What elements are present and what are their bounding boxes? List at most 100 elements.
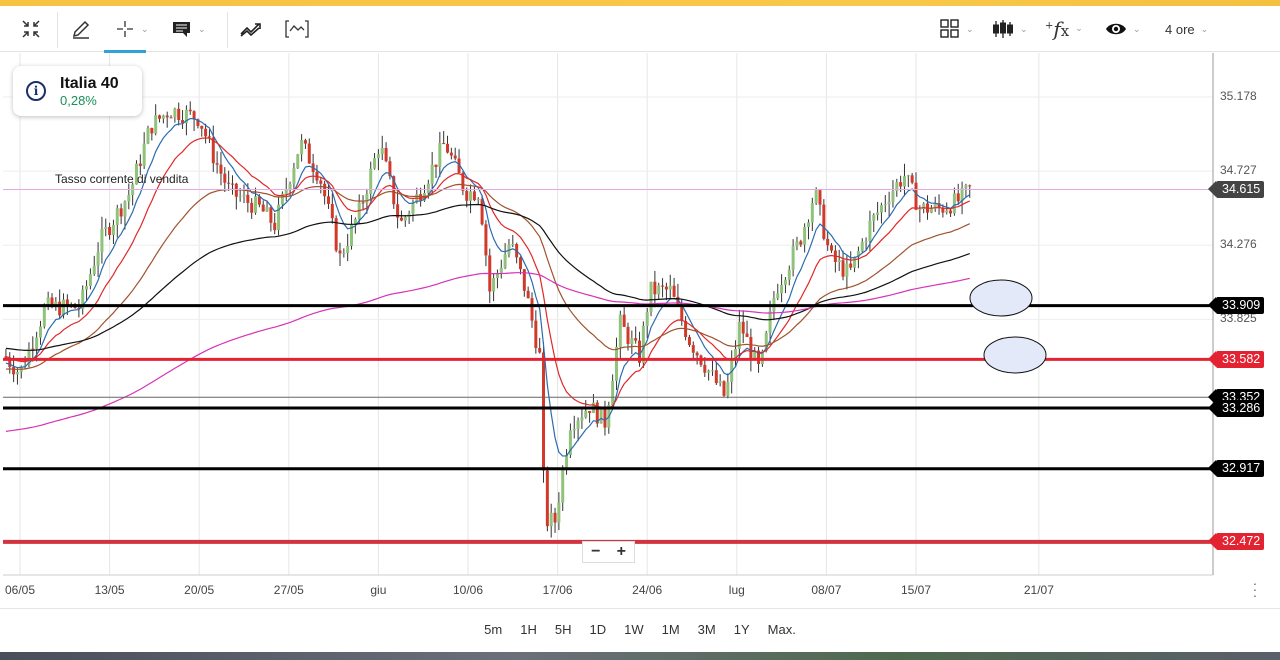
layout-button[interactable]: ⌄ — [940, 14, 974, 44]
price-tick-label: 34.276 — [1220, 237, 1257, 252]
price-level-label[interactable]: 33.286 — [1207, 399, 1265, 417]
comment-button[interactable]: ⌄ — [172, 14, 206, 44]
timeframe-button-1h[interactable]: 1H — [511, 620, 546, 639]
candle-up — [430, 164, 434, 184]
candle-up — [380, 147, 384, 155]
candle-up — [38, 326, 42, 338]
candle-down — [664, 286, 668, 290]
instrument-info-card[interactable]: i Italia 40 0,28% — [13, 66, 142, 116]
candle-down — [442, 143, 446, 145]
candle-down — [703, 364, 707, 373]
candle-down — [634, 338, 638, 341]
price-chart[interactable] — [0, 53, 1280, 608]
candle-down — [480, 199, 484, 225]
candle-down — [227, 182, 231, 184]
timeframe-button-1d[interactable]: 1D — [580, 620, 615, 639]
candle-up — [438, 143, 442, 167]
indicators-button[interactable]: +fx ⌄ — [1045, 14, 1083, 44]
timeframe-button-1w[interactable]: 1W — [615, 620, 653, 639]
timeframe-button-5m[interactable]: 5m — [475, 620, 511, 639]
candle-up — [657, 285, 661, 295]
candle-up — [403, 217, 407, 221]
timeframe-button-3m[interactable]: 3M — [689, 620, 725, 639]
eye-icon — [1106, 23, 1126, 35]
timeframe-button-max[interactable]: Max. — [759, 620, 805, 639]
indicator-chart-button[interactable] — [285, 14, 309, 44]
candle-up — [557, 502, 561, 523]
candle-up — [242, 194, 246, 197]
candle-down — [200, 125, 204, 129]
candle-up — [173, 108, 177, 118]
candle-down — [749, 336, 753, 359]
pencil-icon — [72, 20, 90, 39]
crosshair-icon — [117, 21, 133, 37]
candle-down — [822, 204, 826, 239]
time-axis-label: 06/05 — [4, 583, 36, 597]
candle-up — [645, 312, 649, 326]
price-level-label[interactable]: 33.582 — [1207, 350, 1265, 368]
candle-down — [661, 285, 665, 287]
collapse-icon — [22, 20, 40, 38]
visibility-button[interactable]: ⌄ — [1105, 14, 1141, 44]
candle-down — [108, 227, 112, 235]
zoom-out-button[interactable]: − — [583, 542, 609, 562]
candle-down — [542, 352, 546, 471]
timeframe-button-1m[interactable]: 1M — [653, 620, 689, 639]
candle-up — [411, 202, 415, 214]
candle-down — [326, 196, 330, 204]
candle-down — [273, 222, 277, 231]
zoom-in-button[interactable]: + — [609, 542, 635, 562]
timeframe-button-5h[interactable]: 5H — [546, 620, 581, 639]
candle-up — [62, 299, 66, 316]
time-axis-label: lug — [728, 583, 745, 597]
candle-up — [845, 263, 849, 277]
candle-up — [92, 265, 96, 275]
candle-up — [783, 279, 787, 285]
candle-down — [384, 147, 388, 162]
more-options-icon[interactable]: · · · — [1250, 576, 1260, 602]
timeframe-button-1y[interactable]: 1Y — [725, 620, 759, 639]
candle-up — [499, 267, 503, 273]
price-tick-label: 35.178 — [1220, 89, 1257, 103]
candle-down — [330, 203, 334, 219]
candle-down — [453, 155, 457, 159]
price-level-label[interactable]: 32.472 — [1207, 533, 1265, 551]
time-axis-label: 13/05 — [94, 583, 125, 597]
candle-down — [338, 250, 342, 254]
crosshair-button[interactable]: ⌄ — [115, 14, 149, 44]
candle-up — [780, 284, 784, 294]
price-level-label[interactable]: 33.909 — [1207, 297, 1265, 315]
collapse-button[interactable] — [20, 14, 42, 44]
time-axis-label: 27/05 — [273, 583, 304, 597]
candle-down — [799, 241, 803, 245]
candle-up — [906, 175, 910, 177]
candle-down — [319, 180, 323, 184]
drawn-ellipse — [969, 279, 1033, 317]
candle-down — [899, 182, 903, 187]
timeframe-select[interactable]: 4 ore ⌄ — [1165, 14, 1208, 44]
candle-up — [292, 168, 296, 184]
divider — [57, 12, 58, 48]
price-level-label[interactable]: 34.615 — [1207, 181, 1265, 199]
candle-down — [449, 152, 453, 156]
candle-up — [641, 325, 645, 363]
candle-down — [31, 348, 35, 350]
time-axis-label: 20/05 — [184, 583, 215, 597]
chevron-down-icon: ⌄ — [141, 23, 149, 34]
candle-down — [518, 257, 522, 270]
candle-down — [534, 320, 538, 349]
candle-up — [883, 204, 887, 206]
candle-up — [879, 205, 883, 213]
candle-up — [806, 222, 810, 227]
candle-up — [787, 269, 791, 280]
divider — [227, 12, 228, 48]
candle-up — [776, 293, 780, 299]
candle-up — [511, 244, 515, 246]
candle-down — [188, 109, 192, 112]
chart-type-button[interactable]: ⌄ — [992, 14, 1028, 44]
trend-button[interactable] — [240, 14, 264, 44]
draw-button[interactable] — [70, 14, 92, 44]
price-level-label[interactable]: 32.917 — [1207, 460, 1265, 478]
candle-up — [369, 168, 373, 194]
candle-up — [35, 337, 39, 349]
